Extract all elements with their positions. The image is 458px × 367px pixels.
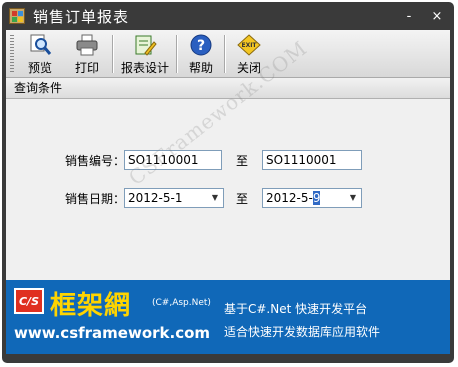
slogan-line-2: 适合快速开发数据库应用软件 (224, 325, 381, 339)
close-window-button[interactable]: × (426, 9, 448, 24)
brand-tech: (C#,Asp.Net) (152, 298, 211, 308)
date-to-prefix: 2012-5- (266, 191, 313, 205)
date-label: 销售日期： (64, 192, 125, 206)
print-button[interactable]: 打印 (62, 33, 112, 76)
logo-badge-text: C/S (18, 294, 39, 308)
dropdown-arrow-icon[interactable]: ▼ (345, 189, 361, 207)
slogan-line-1: 基于C#.Net 快速开发平台 (224, 302, 368, 316)
preview-button[interactable]: 预览 (18, 33, 62, 76)
order-no-label: 销售编号： (64, 154, 125, 168)
dropdown-arrow-icon[interactable]: ▼ (207, 189, 223, 207)
window-title: 销售订单报表 (33, 7, 130, 26)
print-label: 打印 (74, 61, 99, 75)
order-no-to-input[interactable]: SO1110001 (262, 150, 362, 170)
svg-text:?: ? (197, 38, 205, 54)
minimize-button[interactable]: - (398, 9, 420, 24)
printer-icon (74, 33, 100, 57)
exit-icon: EXIT (236, 33, 262, 57)
help-button[interactable]: ? 帮助 (178, 33, 224, 76)
date-from-picker[interactable]: 2012-5-1 ▼ (124, 188, 224, 208)
svg-text:EXIT: EXIT (241, 42, 257, 49)
brand-url: www.csframework.com (14, 324, 211, 342)
report-design-button[interactable]: 报表设计 (114, 33, 176, 76)
toolbar-grip[interactable] (10, 35, 14, 73)
date-to-label: 至 (236, 192, 249, 206)
help-label: 帮助 (188, 61, 213, 75)
query-panel: 销售编号： SO1110001 至 SO1110001 销售日期： 2012-5… (6, 36, 450, 280)
toolbar: 预览 打印 报表设计 ? 帮助 EXIT 关闭 (6, 30, 450, 78)
ad-banner[interactable]: C/S 框架網 (C#,Asp.Net) www.csframework.com… (6, 280, 450, 354)
app-icon (9, 8, 25, 24)
title-bar: 销售订单报表 - × (6, 2, 450, 30)
date-to-picker[interactable]: 2012-5-9 ▼ (262, 188, 362, 208)
report-window: 销售订单报表 - × 预览 打印 报表设计 ? 帮助 EXIT 关闭 查询条件 … (2, 2, 454, 363)
brand-name: 框架網 (50, 291, 132, 321)
report-design-icon (132, 33, 158, 57)
report-design-label: 报表设计 (120, 61, 169, 75)
preview-label: 预览 (27, 61, 52, 75)
date-to-selected-part: 9 (312, 191, 321, 205)
preview-magnifier-icon (27, 33, 53, 57)
help-icon: ? (188, 33, 214, 57)
order-no-to-label: 至 (236, 154, 249, 168)
cs-logo-badge: C/S (14, 288, 44, 314)
date-from-value: 2012-5-1 (128, 191, 183, 205)
